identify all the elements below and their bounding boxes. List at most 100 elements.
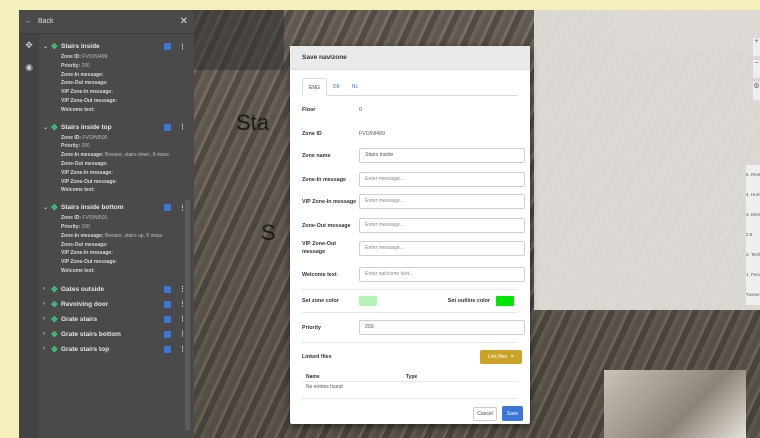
divider [302,289,518,290]
outline-color-swatch[interactable] [496,296,514,306]
sidebar-scrollbar[interactable] [185,200,190,430]
zone-out-row: Zone-Out message Enter message... [302,218,527,233]
zoom-in-button[interactable]: + [753,38,760,56]
property-key: Zone ID: [61,134,81,141]
sidebar: ← Back ✕ ✥ ◉ ⌄ ✥ Stairs inside ⋮ Zone ID: FV… [19,10,194,438]
zone-out-input[interactable]: Enter message... [359,218,525,233]
zone-title: Stairs inside bottom [61,204,124,212]
sidebar-rail: ✥ ◉ [19,34,39,438]
property-key: VIP Zone-In message: [61,89,113,96]
property-key: Zone ID: [61,54,81,60]
vip-zone-in-input[interactable]: Enter message... [359,194,525,209]
back-arrow-icon[interactable]: ← [25,18,32,25]
property-key: Zone ID: [61,215,81,222]
floor-item[interactable]: 4. Humanit [746,185,760,205]
property-key: Welcome text: [61,106,95,113]
chevron-down-icon[interactable]: ⌄ [43,43,51,50]
zone-icon: ✥ [51,329,58,339]
visibility-checkbox[interactable] [164,330,171,338]
tab-nl[interactable]: NL [346,78,364,96]
zone-list-item[interactable]: ⌄ ✥ Stairs inside ⋮ [43,40,186,53]
zone-property: Zone-Out message: [61,241,183,250]
tab-de[interactable]: DE [327,78,346,96]
linked-files-label: Linked files [302,354,332,360]
welcome-input[interactable]: Enter welcome text... [359,267,525,282]
scene-label: Sta [236,110,270,135]
zone-list-item[interactable]: › ✥ Grate stairs bottom ⋮ [43,327,186,342]
zone-property: Zone-In message: Beware, stairs down, 8 … [61,151,183,160]
zone-properties: Zone ID: FVO/NI499 Priority: 200 Zone-In m… [43,53,183,115]
floor-label: Floor [302,107,316,113]
floor-item[interactable]: 3. Element [746,205,760,225]
visibility-checkbox[interactable] [164,345,171,353]
floor-item[interactable]: 1. Fenomen [746,265,760,285]
floor-item[interactable]: Tussenverd [746,285,760,305]
zone-icon[interactable]: ✥ [19,34,39,56]
zone-name-row: Zone name Stairs inside [302,148,527,163]
app-window: Sta S + − ⚙ 5. Restaurant 4. Humanit 3. … [19,10,760,438]
zone-list-item[interactable]: › ✥ Grate stairs top ⋮ [43,342,186,357]
zone-out-label: Zone-Out message [302,222,351,229]
floor-item[interactable]: 2.5 [746,225,760,245]
visibility-checkbox[interactable] [164,204,171,212]
chevron-right-icon[interactable]: › [43,316,51,322]
chevron-right-icon[interactable]: › [43,301,51,307]
chevron-right-icon[interactable]: › [43,331,51,337]
more-options-icon[interactable]: ⋮ [179,123,186,131]
save-button[interactable]: Save [502,406,523,421]
zone-list-item[interactable]: › ✥ Grate stairs ⋮ [43,312,186,327]
more-options-icon[interactable]: ⋮ [179,315,186,323]
divider [302,381,518,382]
zone-property: Welcome text: [61,106,183,115]
visibility-checkbox[interactable] [164,300,171,308]
color-row: Set zone color Set outline color [302,296,527,306]
back-link[interactable]: Back [38,18,54,25]
close-icon[interactable]: ✕ [180,16,188,27]
visibility-checkbox[interactable] [164,123,171,131]
visibility-checkbox[interactable] [164,315,171,323]
zone-property: Zone ID: FVO/NI501 [61,214,183,223]
floor-value: 0 [359,107,362,113]
zone-list-item[interactable]: › ✥ Revolving door ⋮ [43,297,186,312]
zone-in-input[interactable]: Enter message... [359,172,525,187]
floor-item[interactable]: 2. Techniu [746,245,760,265]
zone-properties: Zone ID: FVO/NI501 Priority: 100 Zone-In m… [43,214,183,276]
property-value: 300 [80,143,90,150]
more-options-icon[interactable]: ⋮ [179,345,186,353]
cancel-button[interactable]: Cancel [473,407,497,421]
zone-list-item[interactable]: ⌄ ✥ Stairs inside top ⋮ [43,121,186,134]
zone-property: VIP Zone-Out message: [61,258,183,267]
zone-in-label: Zone-In message [302,176,347,183]
zone-title: Grate stairs bottom [61,330,121,338]
chevron-right-icon[interactable]: › [43,346,51,352]
more-options-icon[interactable]: ⋮ [179,43,186,51]
zoom-out-button[interactable]: − [753,60,760,78]
priority-input[interactable]: 200 [359,320,525,335]
more-options-icon[interactable]: ⋮ [179,300,186,308]
zone-color-swatch[interactable] [359,296,377,306]
zone-property: VIP Zone-Out message: [61,97,183,106]
more-options-icon[interactable]: ⋮ [179,204,186,212]
zone-icon: ✥ [51,122,58,132]
zone-name-input[interactable]: Stairs inside [359,148,525,163]
floor-item[interactable]: 5. Restaurant [746,165,760,185]
chevron-down-icon[interactable]: ⌄ [43,204,51,211]
property-value: FVO/NI500 [81,134,108,141]
tab-eng[interactable]: ENG [302,78,327,96]
visibility-checkbox[interactable] [164,285,171,293]
settings-button[interactable]: ⚙ [753,82,760,100]
zone-icon: ✥ [51,203,58,213]
property-key: Welcome text: [61,267,95,274]
chevron-down-icon[interactable]: ⌄ [43,124,51,131]
zone-list-item[interactable]: ⌄ ✥ Stairs inside bottom ⋮ [43,201,186,214]
visibility-checkbox[interactable] [164,43,171,50]
zone-id-row: Zone ID FVO/NI499 [302,130,527,138]
more-options-icon[interactable]: ⋮ [179,285,186,293]
map-pin-icon[interactable]: ◉ [19,56,39,78]
vip-zone-out-input[interactable]: Enter message... [359,240,525,256]
link-files-button[interactable]: Link files ⚭ [480,350,522,364]
more-options-icon[interactable]: ⋮ [179,330,186,338]
chevron-right-icon[interactable]: › [43,286,51,292]
zone-list-item[interactable]: › ✥ Gates outside ⋮ [43,282,186,297]
priority-row: Priority 200 [302,320,527,335]
